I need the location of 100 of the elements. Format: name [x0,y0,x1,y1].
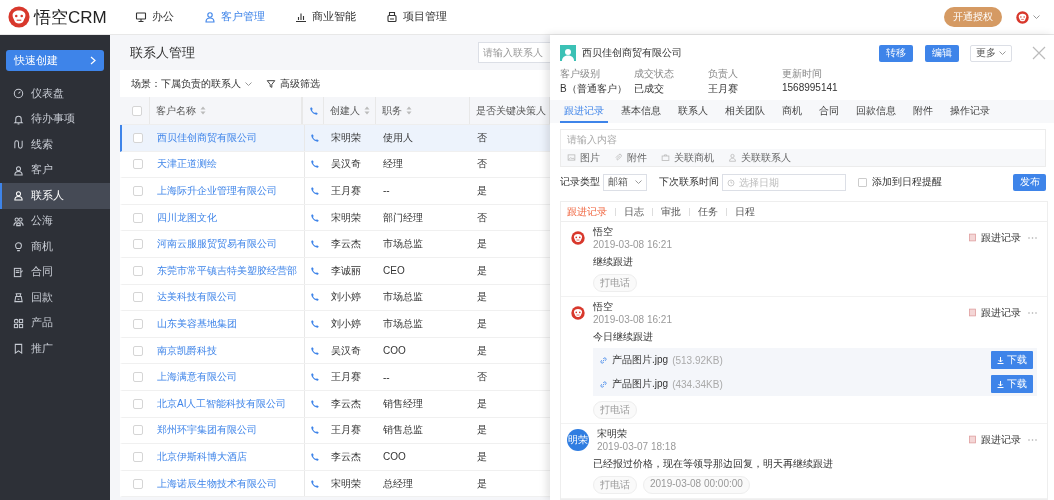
more-icon[interactable] [1028,311,1037,314]
header-checkbox[interactable] [132,105,142,116]
table-row[interactable]: 南京凯爵科技 吴汉奇 COO 是 [120,337,550,365]
table-row[interactable]: 郑州环宇集团有限公司 王月赛 销售总监 是 [120,417,550,445]
customer-link[interactable]: 河南云服服贸贸易有限公司 [157,237,277,252]
file-name[interactable]: 产品图片.jpg [612,353,669,367]
feed-tab[interactable]: 日程 [735,204,755,219]
sidebar-item[interactable]: 合同 [0,259,110,285]
feed-tab[interactable]: 审批 [661,204,681,219]
detail-tab[interactable]: 操作记录 [946,100,994,123]
table-row[interactable]: 达美科技有限公司 刘小婷 市场总监 是 [120,284,550,312]
action-button[interactable]: 编辑 [925,44,959,62]
table-row[interactable]: 西贝佳创商贸有限公司 宋明荣 使用人 否 [120,125,550,152]
column-header[interactable]: 职务 [382,103,402,118]
publish-button[interactable]: 发布 [1013,173,1046,191]
row-checkbox[interactable] [133,372,143,383]
customer-link[interactable]: 北京伊斯科博大酒店 [157,449,247,464]
row-checkbox[interactable] [133,318,143,329]
table-row[interactable]: 河南云服服贸贸易有限公司 李云杰 市场总监 是 [120,231,550,258]
customer-link[interactable]: 达美科技有限公司 [157,290,237,305]
table-row[interactable]: 天津正道测绘 吴汉奇 经理 否 [120,151,550,179]
detail-tab[interactable]: 联系人 [674,100,712,123]
composer-tool[interactable]: 关联商机 [674,150,714,165]
row-checkbox[interactable] [133,239,143,250]
sidebar-item[interactable]: 公海 [0,208,110,234]
nav-tab[interactable]: 项目管理 [371,0,462,35]
row-checkbox[interactable] [133,345,143,356]
composer-tool[interactable]: 图片 [580,150,600,165]
search-field[interactable]: 请输入联系人 [478,42,550,63]
sort-icon[interactable] [406,106,412,115]
sort-icon[interactable] [364,106,370,115]
schedule-checkbox[interactable]: 添加到日程提醒 [858,175,942,189]
detail-tab[interactable]: 基本信息 [617,100,665,123]
table-row[interactable]: 北京伊斯科博大酒店 李云杰 COO 是 [120,444,550,471]
download-button[interactable]: 下载 [991,375,1033,393]
sort-icon[interactable] [200,106,206,115]
sidebar-item[interactable]: 待办事项 [0,106,110,132]
row-checkbox[interactable] [133,132,143,143]
caret-icon[interactable] [245,81,252,86]
row-checkbox[interactable] [133,159,143,170]
table-row[interactable]: 东莞市常平镇吉特美塑胶经营部 李诚丽 CEO 是 [120,257,550,285]
row-checkbox[interactable] [133,425,143,436]
table-row[interactable]: 上海诺辰生物技术有限公司 宋明荣 总经理 是 [120,470,550,498]
detail-tab[interactable]: 相关团队 [721,100,769,123]
row-checkbox[interactable] [133,292,143,303]
nav-tab[interactable]: 客户管理 [189,0,280,35]
column-header[interactable]: 客户名称 [156,103,196,118]
caret-icon[interactable] [1033,15,1040,19]
advanced-filter-button[interactable]: 高级筛选 [266,76,320,91]
customer-link[interactable]: 上海诺辰生物技术有限公司 [157,476,277,491]
detail-tab[interactable]: 附件 [909,100,937,123]
detail-tab[interactable]: 商机 [778,100,806,123]
customer-link[interactable]: 郑州环宇集团有限公司 [157,423,257,438]
table-row[interactable]: 上海满意有限公司 王月赛 -- 否 [120,364,550,391]
row-checkbox[interactable] [133,398,143,409]
detail-tab[interactable]: 跟进记录 [560,100,608,123]
customer-link[interactable]: 上海际升企业管理有限公司 [157,184,277,198]
sidebar-item[interactable]: 仪表盘 [0,81,110,107]
chevron-icon[interactable] [90,56,96,65]
customer-link[interactable]: 山东美容基地集团 [157,316,237,331]
close-icon[interactable] [1032,46,1046,60]
feed-tab[interactable]: 任务 [698,204,718,219]
sidebar-item[interactable]: 客户 [0,157,110,183]
download-button[interactable]: 下载 [991,351,1033,369]
column-header[interactable]: 是否关键决策人 [476,103,546,118]
customer-link[interactable]: 四川龙图文化 [157,210,217,225]
action-button[interactable]: 转移 [879,44,913,62]
customer-link[interactable]: 上海满意有限公司 [157,370,237,385]
row-checkbox[interactable] [133,451,143,462]
row-checkbox[interactable] [133,186,143,196]
quick-create-button[interactable]: 快速创建 [6,50,104,71]
more-dropdown[interactable]: 更多 [970,44,1012,62]
customer-link[interactable]: 东莞市常平镇吉特美塑胶经营部 [157,263,297,278]
customer-link[interactable]: 南京凯爵科技 [157,343,217,358]
table-row[interactable]: 北京AI人工智能科技有限公司 李云杰 销售经理 是 [120,390,550,418]
table-row[interactable]: 四川龙图文化 宋明荣 部门经理 否 [120,204,550,232]
more-icon[interactable] [1028,236,1037,239]
sidebar-item[interactable]: 产品 [0,310,110,336]
scene-dropdown[interactable]: 场景：下属负责的联系人 [131,76,252,91]
content-input[interactable]: 请输入内容 [560,129,1046,149]
composer-tool[interactable]: 附件 [627,150,647,165]
table-row[interactable]: 上海际升企业管理有限公司 王月赛 -- 是 [120,178,550,205]
customer-link[interactable]: 天津正道测绘 [157,157,217,172]
row-checkbox[interactable] [133,265,143,276]
row-checkbox[interactable] [133,212,143,223]
feed-tab[interactable]: 日志 [624,204,644,219]
more-icon[interactable] [1028,438,1037,441]
file-name[interactable]: 产品图片.jpg [612,377,669,391]
row-checkbox[interactable] [133,478,143,489]
sidebar-item[interactable]: 联系人 [0,183,110,209]
column-header[interactable]: 创建人 [330,103,360,118]
caret-icon[interactable] [999,51,1006,55]
table-row[interactable]: 山东美容基地集团 刘小婷 市场总监 是 [120,311,550,338]
sidebar-item[interactable]: 回款 [0,285,110,311]
detail-tab[interactable]: 合同 [815,100,843,123]
composer-tool[interactable]: 关联联系人 [741,150,791,165]
sidebar-item[interactable]: 推广 [0,336,110,362]
sidebar-item[interactable]: 线索 [0,132,110,158]
nav-tab[interactable]: 商业智能 [280,0,371,35]
customer-link[interactable]: 西贝佳创商贸有限公司 [157,130,257,145]
